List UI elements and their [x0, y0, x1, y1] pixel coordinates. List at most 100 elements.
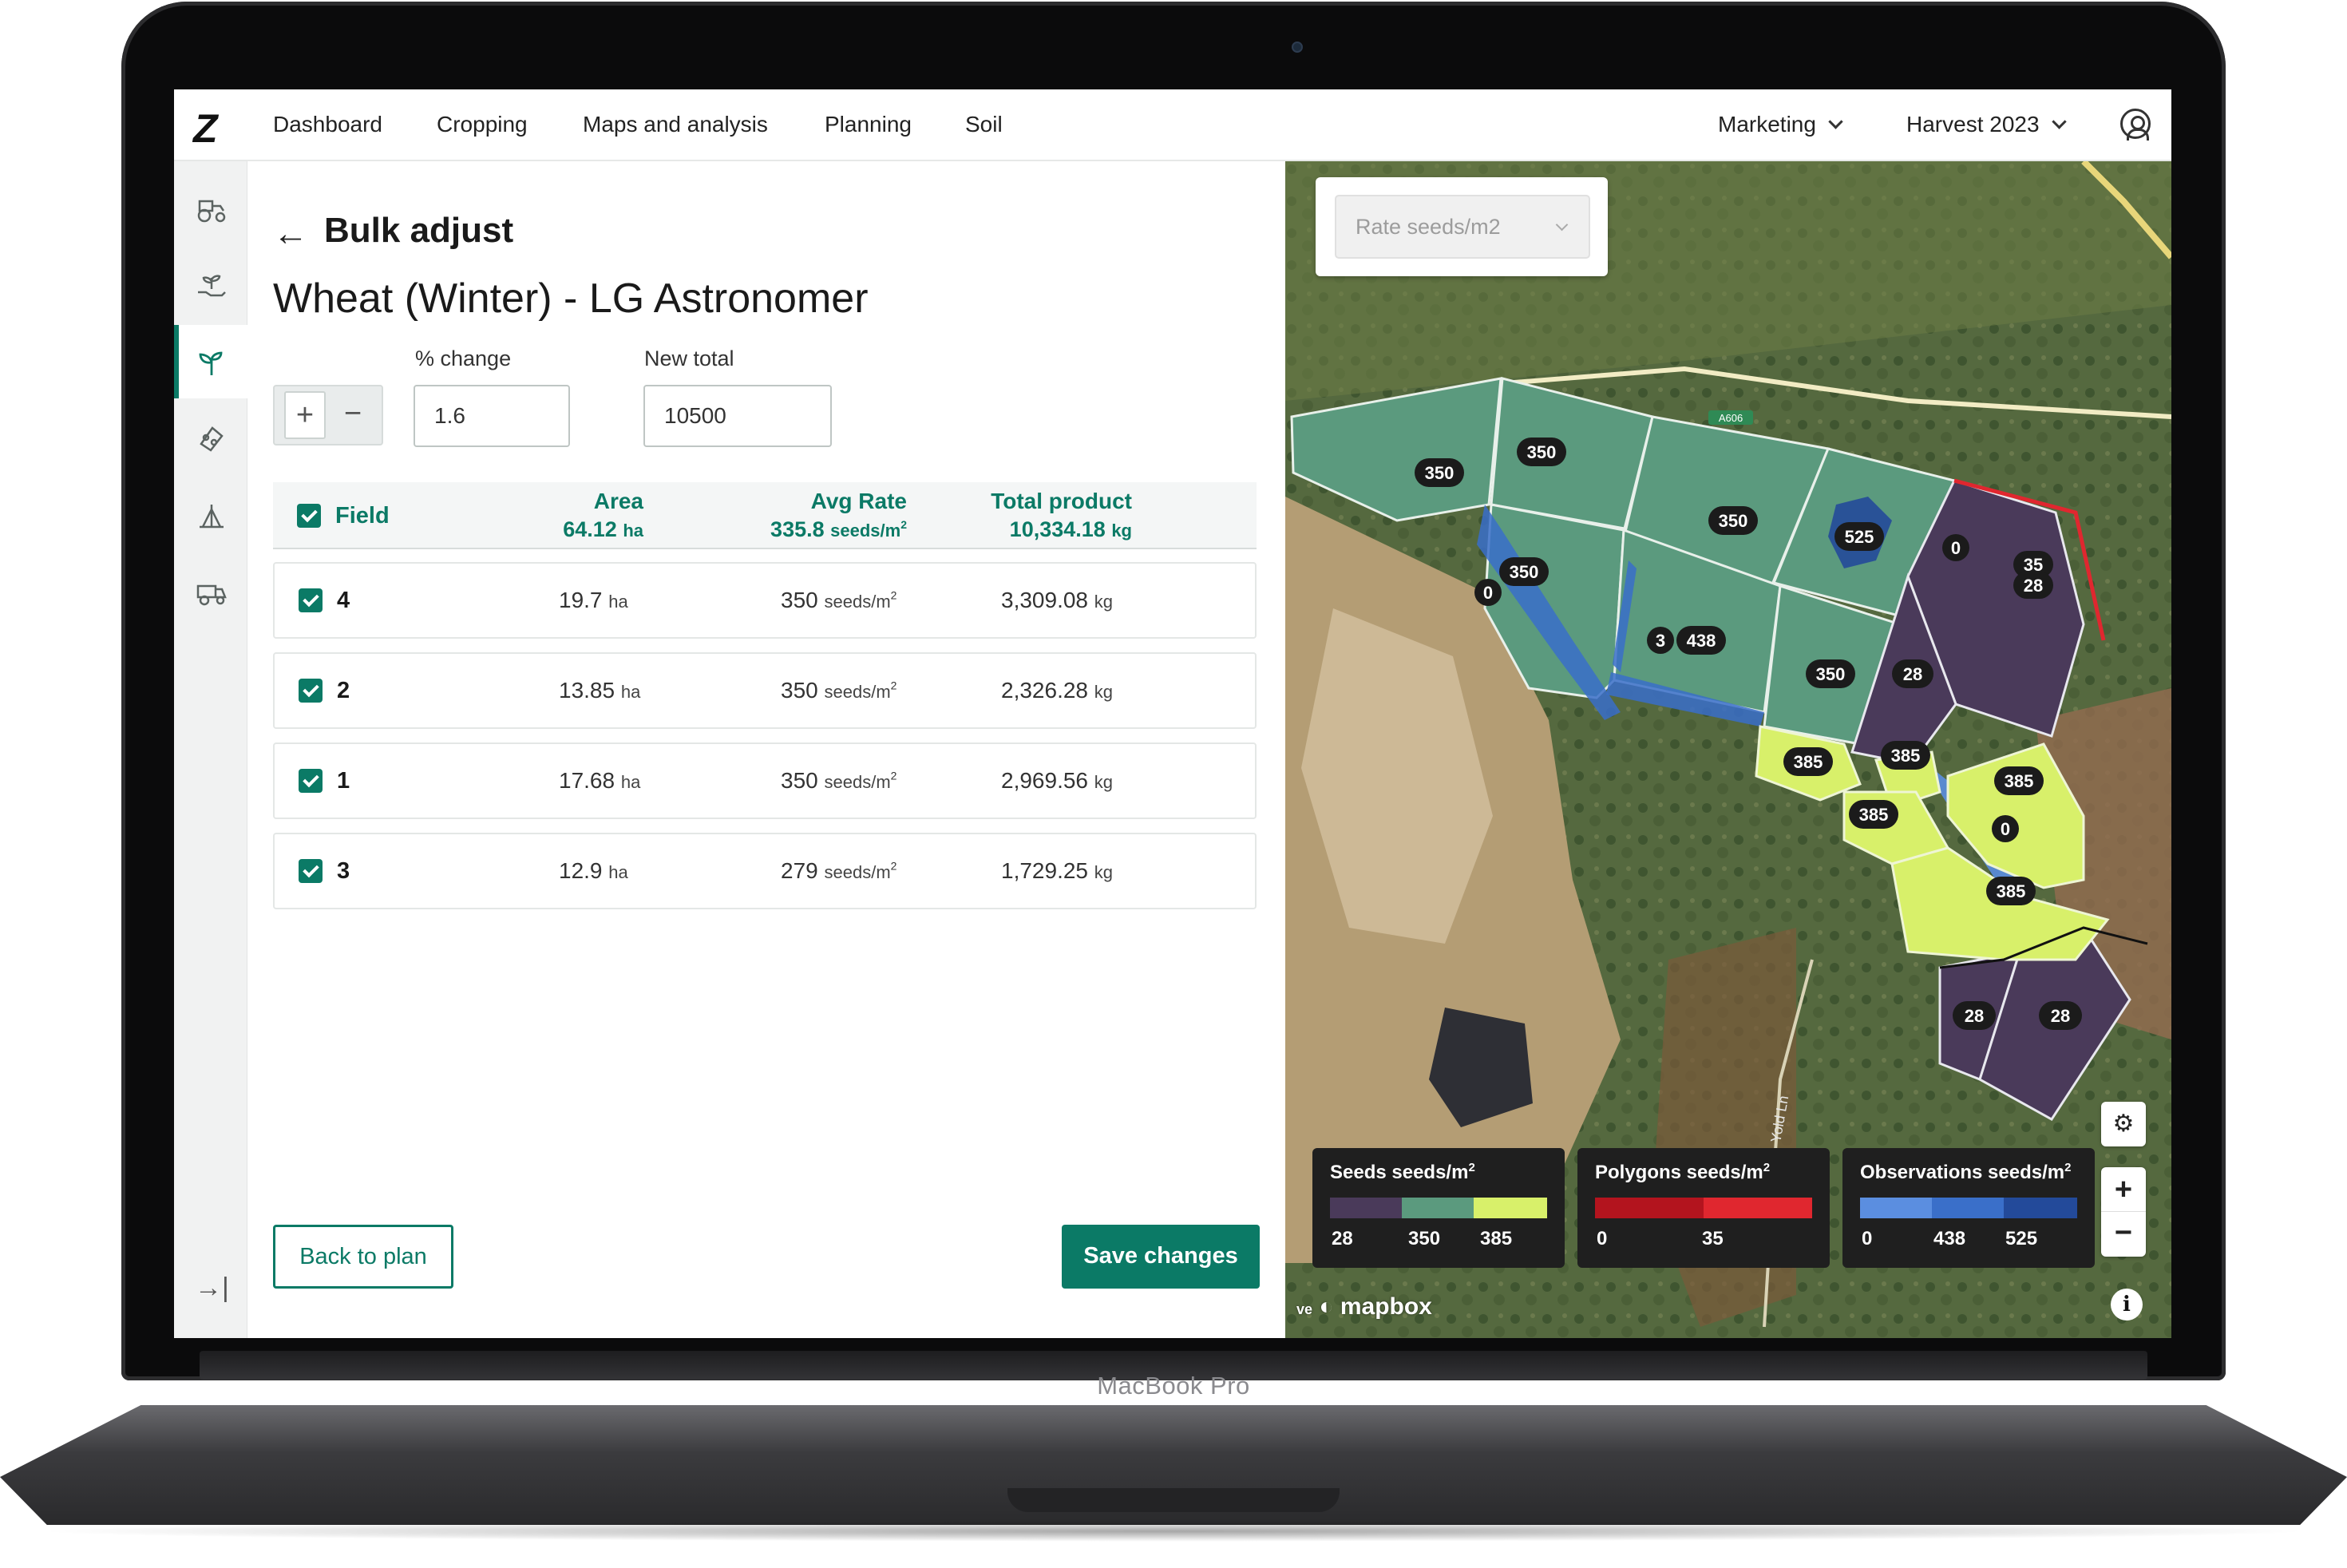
save-changes-button[interactable]: Save changes — [1062, 1225, 1260, 1289]
row-rate: 350 seeds/m2 — [781, 768, 897, 793]
row-area-unit: ha — [608, 862, 628, 882]
field-label-text: 28 — [2051, 1006, 2070, 1026]
laptop-base-notch — [1007, 1488, 1340, 1512]
row-checkbox[interactable] — [299, 588, 323, 612]
table-row[interactable]: 1 17.68 ha 350 seeds/m2 2,969.56 kg — [273, 742, 1257, 819]
field-label: 525 — [1834, 522, 1884, 551]
mapbox-logo-text: mapbox — [1340, 1293, 1432, 1320]
field-label: 350 — [1806, 659, 1855, 688]
org-selector[interactable]: Marketing — [1718, 112, 1843, 137]
legend-title-text: Seeds seeds/m — [1330, 1162, 1469, 1183]
sidebar: →| — [174, 161, 247, 1338]
season-selector[interactable]: Harvest 2023 — [1906, 112, 2067, 137]
row-area-unit: ha — [620, 682, 641, 702]
legend-color-bar — [1595, 1198, 1812, 1218]
row-checkbox[interactable] — [299, 859, 323, 883]
nav-soil[interactable]: Soil — [965, 112, 1003, 137]
camera-icon — [1292, 42, 1303, 53]
table-row[interactable]: 3 12.9 ha 279 seeds/m2 1,729.25 kg — [273, 833, 1257, 909]
legend-swatch — [2004, 1198, 2077, 1218]
row-checkbox[interactable] — [299, 769, 323, 793]
zoom-in-button[interactable]: + — [2101, 1167, 2146, 1212]
row-total-value: 1,729.25 — [1001, 858, 1088, 883]
field-label: 0 — [1474, 579, 1502, 606]
back-arrow-icon[interactable]: ← — [273, 214, 308, 254]
harvester-icon[interactable] — [195, 575, 228, 608]
nav-dashboard[interactable]: Dashboard — [273, 112, 382, 137]
collapse-sidebar-icon[interactable]: →| — [195, 1273, 229, 1304]
attribution-side-text: ve — [1296, 1301, 1313, 1317]
zoom-controls: + − — [2101, 1167, 2146, 1257]
chevron-down-icon — [2051, 114, 2067, 129]
field-label-text: 385 — [1997, 881, 2026, 901]
rate-select-dropdown[interactable]: Rate seeds/m2 — [1335, 195, 1590, 259]
adjust-stepper: + − — [273, 385, 383, 445]
laptop-shadow — [32, 1521, 2315, 1542]
fertiliser-icon[interactable] — [195, 422, 228, 455]
spray-icon[interactable] — [195, 498, 228, 532]
row-area-value: 19.7 — [559, 588, 603, 612]
table-row[interactable]: 4 19.7 ha 350 seeds/m2 3,309.08 kg — [273, 562, 1257, 639]
tractor-icon[interactable] — [195, 192, 228, 225]
hand-seedling-icon[interactable] — [195, 268, 228, 302]
row-total-unit: kg — [1094, 592, 1114, 612]
mapbox-attribution[interactable]: ve ◐ mapbox — [1296, 1293, 1432, 1321]
sidebar-active-indicator — [174, 325, 179, 398]
legend-tick: 438 — [1933, 1228, 1966, 1249]
row-area: 17.68 ha — [559, 768, 640, 794]
field-label-text: 0 — [1483, 583, 1493, 603]
field-label: 385 — [1881, 741, 1930, 770]
legend-seeds: Seeds seeds/m2 28 350 385 — [1312, 1148, 1565, 1268]
user-account-icon[interactable] — [2120, 109, 2151, 141]
legend-polygons: Polygons seeds/m2 0 35 — [1577, 1148, 1830, 1268]
chevron-down-icon — [1555, 218, 1569, 232]
row-checkbox[interactable] — [299, 679, 323, 703]
nav-planning[interactable]: Planning — [825, 112, 912, 137]
field-label: 350 — [1517, 438, 1566, 466]
crop-title: Wheat (Winter) - LG Astronomer — [273, 275, 869, 322]
info-icon[interactable]: i — [2111, 1289, 2143, 1321]
decrease-button[interactable]: − — [332, 391, 374, 439]
row-total-unit: kg — [1094, 772, 1114, 792]
row-field: 2 — [337, 678, 350, 703]
chevron-down-icon — [1828, 114, 1843, 129]
sprout-icon[interactable] — [195, 345, 228, 378]
table-row[interactable]: 2 13.85 ha 350 seeds/m2 2,326.28 kg — [273, 652, 1257, 729]
app-logo[interactable]: Z — [193, 105, 218, 152]
row-area-unit: ha — [608, 592, 628, 612]
field-label-text: 350 — [1816, 664, 1846, 684]
nav-cropping[interactable]: Cropping — [437, 112, 528, 137]
row-rate-unit: seeds/m — [824, 592, 891, 612]
field-label: 3 — [1647, 627, 1674, 654]
row-area: 19.7 ha — [559, 588, 628, 613]
field-label-text: 3 — [1656, 631, 1665, 651]
map-settings-button[interactable]: ⚙ — [2101, 1102, 2146, 1146]
row-total: 1,729.25 kg — [1001, 858, 1113, 884]
row-total-value: 2,969.56 — [1001, 768, 1088, 793]
new-total-input[interactable]: 10500 — [643, 385, 832, 447]
header-total-product: Total product — [991, 489, 1132, 513]
new-total-label: New total — [644, 346, 734, 370]
field-label-text: 385 — [2005, 771, 2034, 791]
field-label-text: 28 — [1903, 664, 1922, 684]
nav-maps-analysis[interactable]: Maps and analysis — [583, 112, 768, 137]
increase-button[interactable]: + — [284, 391, 326, 439]
legend-title: Polygons seeds/m2 — [1595, 1161, 1771, 1183]
total-product-total-unit: kg — [1111, 521, 1132, 540]
field-label: 28 — [2013, 572, 2053, 599]
panel-title: Bulk adjust — [324, 211, 514, 250]
row-area-value: 17.68 — [559, 768, 615, 793]
row-area-value: 12.9 — [559, 858, 603, 883]
field-map[interactable]: A606 Yold Ln 350 350 350 525 0 35 28 350… — [1285, 161, 2171, 1338]
field-label: 0 — [1992, 815, 2019, 842]
field-label-text: 525 — [1845, 527, 1874, 547]
legend-swatch — [1704, 1198, 1812, 1218]
org-selector-label: Marketing — [1718, 112, 1816, 137]
area-total-value: 64.12 — [563, 517, 617, 541]
zoom-out-button[interactable]: − — [2101, 1212, 2146, 1257]
field-label: 28 — [1892, 659, 1933, 688]
pct-change-input[interactable]: 1.6 — [414, 385, 570, 447]
select-all-checkbox[interactable] — [297, 504, 321, 528]
pct-change-label: % change — [415, 346, 512, 370]
back-to-plan-button[interactable]: Back to plan — [273, 1225, 453, 1289]
